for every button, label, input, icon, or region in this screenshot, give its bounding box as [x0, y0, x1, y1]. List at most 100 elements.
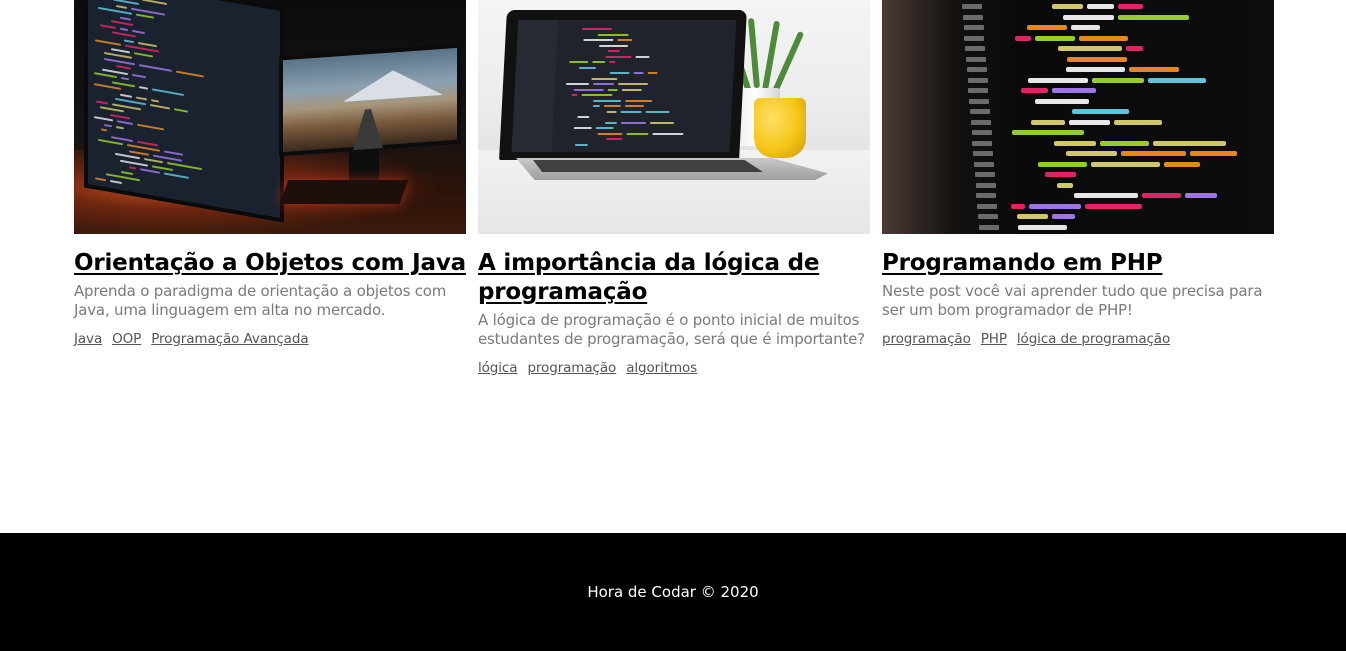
tag-link[interactable]: programação	[527, 359, 616, 377]
post-card-logica: A importância da lógica de programação A…	[478, 0, 870, 377]
code-line-decoration	[136, 13, 154, 19]
code-line-decoration	[132, 29, 145, 34]
code-line-decoration	[1114, 119, 1162, 125]
code-line-decoration	[1118, 14, 1189, 20]
code-line-decoration	[652, 132, 684, 135]
code-line-decoration	[1079, 35, 1128, 41]
laptop-screen	[511, 20, 737, 152]
line-number-decoration	[974, 161, 994, 167]
code-line-decoration	[1085, 203, 1142, 209]
line-number-decoration	[975, 182, 996, 188]
tag-link[interactable]: algoritmos	[626, 359, 697, 377]
post-thumbnail-php[interactable]	[882, 0, 1274, 234]
line-number-decoration	[973, 151, 994, 156]
post-card-java: Orientação a Objetos com Java Aprenda o …	[74, 0, 466, 377]
code-line-decoration	[1054, 140, 1096, 146]
line-number-decoration	[974, 172, 995, 177]
code-line-decoration	[578, 66, 596, 69]
line-number-decoration	[962, 4, 982, 9]
tag-link[interactable]: OOP	[112, 330, 141, 348]
code-line-decoration	[116, 65, 131, 70]
code-line-decoration	[98, 138, 123, 146]
post-title-link[interactable]: Programando em PHP	[882, 249, 1274, 278]
code-line-decoration	[1058, 46, 1122, 51]
code-line-decoration	[100, 106, 124, 113]
code-line-decoration	[120, 16, 131, 21]
code-line-decoration	[129, 149, 149, 156]
code-line-decoration	[606, 138, 623, 140]
post-title-link[interactable]: A importância da lógica de programação	[478, 249, 870, 307]
code-line-decoration	[1038, 161, 1087, 167]
code-line-decoration	[593, 99, 622, 102]
laptop-keyboard	[533, 160, 763, 172]
code-line-decoration	[1052, 4, 1083, 9]
tag-link[interactable]: Java	[74, 330, 102, 348]
code-line-decoration	[1185, 193, 1217, 198]
tag-link[interactable]: lógica	[478, 359, 518, 377]
code-line-decoration	[597, 33, 629, 36]
code-line-decoration	[633, 72, 644, 74]
code-line-decoration	[649, 121, 675, 124]
code-line-decoration	[1091, 161, 1160, 167]
line-number-decoration	[977, 203, 998, 209]
code-line-decoration	[618, 83, 649, 85]
code-line-decoration	[607, 50, 620, 52]
code-line-decoration	[144, 157, 163, 164]
road-shape	[353, 108, 383, 150]
tag-link[interactable]: Programação Avançada	[151, 330, 308, 348]
code-line-decoration	[609, 61, 616, 63]
tag-link[interactable]: lógica de programação	[1017, 330, 1170, 348]
code-line-decoration	[647, 72, 658, 74]
code-line-decoration	[111, 47, 130, 53]
post-thumbnail-logica[interactable]	[478, 0, 870, 234]
code-line-decoration	[152, 87, 184, 96]
tag-link[interactable]: PHP	[981, 330, 1007, 348]
code-line-decoration	[139, 85, 148, 90]
code-line-decoration	[117, 120, 133, 126]
code-line-decoration	[605, 55, 632, 58]
code-line-decoration	[120, 27, 128, 31]
code-line-decoration	[645, 110, 670, 113]
post-thumbnail-java[interactable]	[74, 0, 466, 234]
code-line-decoration	[101, 128, 107, 132]
code-line-decoration	[573, 127, 592, 129]
post-description: Neste post você vai aprender tudo que pr…	[882, 282, 1263, 319]
code-line-decoration	[1142, 193, 1181, 198]
monitor-code-image	[84, 0, 284, 223]
monitor-landscape-image	[279, 43, 461, 157]
code-line-decoration	[592, 61, 606, 63]
post-tags: programação PHP lógica de programação	[882, 330, 1274, 348]
code-line-decoration	[581, 94, 613, 96]
code-line-decoration	[110, 113, 130, 119]
code-line-decoration	[1035, 35, 1075, 41]
code-line-decoration	[112, 31, 136, 38]
code-line-decoration	[116, 4, 127, 9]
code-line-decoration	[577, 116, 590, 118]
post-tags: lógica programação algoritmos	[478, 359, 870, 377]
code-line-decoration	[595, 127, 614, 129]
tag-link[interactable]: programação	[882, 330, 971, 348]
code-line-decoration	[121, 170, 133, 175]
code-line-decoration	[115, 152, 140, 160]
code-line-decoration	[1027, 25, 1067, 30]
code-line-decoration	[95, 39, 121, 46]
line-number-decoration	[970, 119, 991, 125]
code-line-decoration	[1087, 4, 1114, 9]
code-line-decoration	[1153, 140, 1226, 146]
editor-sidebar	[511, 20, 559, 152]
code-line-decoration	[110, 179, 122, 184]
code-line-decoration	[1121, 151, 1186, 156]
code-line-decoration	[132, 73, 146, 78]
code-line-decoration	[597, 132, 623, 135]
code-line-decoration	[620, 121, 647, 124]
line-number-decoration	[967, 77, 988, 83]
code-line-decoration	[1100, 140, 1149, 146]
code-line-decoration	[94, 83, 121, 90]
post-description: A lógica de programação é o ponto inicia…	[478, 311, 865, 348]
site-footer: Hora de Codar © 2020	[0, 533, 1346, 651]
post-title-link[interactable]: Orientação a Objetos com Java	[74, 249, 466, 278]
line-number-decoration	[969, 98, 990, 104]
code-line-decoration	[1092, 77, 1144, 83]
line-number-decoration	[971, 130, 992, 135]
code-line-decoration	[1072, 109, 1129, 114]
